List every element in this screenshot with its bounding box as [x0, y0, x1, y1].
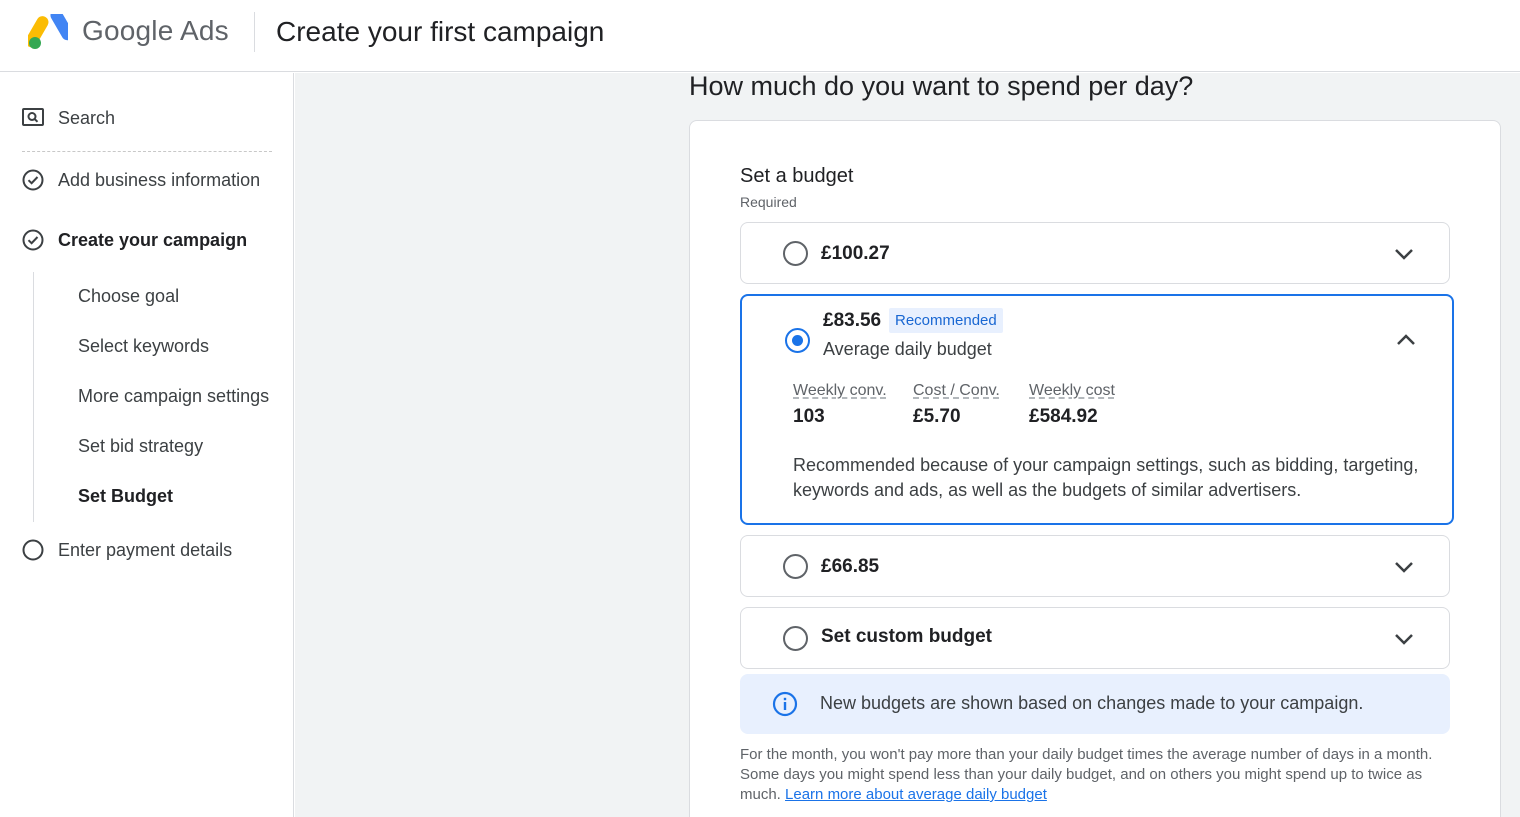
- budget-option-radio[interactable]: [785, 328, 810, 353]
- header-divider: [254, 12, 255, 52]
- stat-label-weekly-conv[interactable]: Weekly conv.: [793, 382, 887, 400]
- info-text: New budgets are shown based on changes m…: [820, 693, 1364, 713]
- check-circle-icon: [22, 169, 44, 191]
- budget-option-subtitle: Average daily budget: [823, 339, 992, 359]
- sidebar-item-add-business-information[interactable]: Add business information: [22, 169, 260, 191]
- budget-option-amount: £66.85: [821, 556, 880, 577]
- check-circle-icon: [22, 229, 44, 251]
- substep-choose-goal[interactable]: Choose goal: [78, 286, 179, 307]
- sidebar-item-label: Enter payment details: [58, 539, 233, 560]
- sidebar-item-search[interactable]: Search: [22, 107, 115, 129]
- sidebar-item-enter-payment-details[interactable]: Enter payment details: [22, 539, 232, 561]
- stat-label-weekly-cost[interactable]: Weekly cost: [1029, 382, 1115, 400]
- budget-card: Set a budget Required £100.27 £83.56 Rec…: [689, 120, 1501, 817]
- budget-option-3[interactable]: £66.85: [740, 535, 1450, 597]
- stat-value-cost-per-conv: £5.70: [913, 406, 961, 427]
- chevron-down-icon[interactable]: [1392, 627, 1416, 651]
- info-icon: [772, 691, 798, 717]
- stat-value-weekly-conv: 103: [793, 406, 825, 427]
- sidebar-item-label: Create your campaign: [58, 229, 248, 250]
- learn-more-link[interactable]: Learn more about average daily budget: [785, 786, 1047, 803]
- budget-option-custom[interactable]: Set custom budget: [740, 607, 1450, 669]
- budget-required: Required: [740, 194, 797, 210]
- budget-option-1[interactable]: £100.27: [740, 222, 1450, 284]
- budget-title: Set a budget: [740, 165, 854, 187]
- budget-option-amount: £83.56: [823, 310, 882, 331]
- chevron-down-icon[interactable]: [1392, 555, 1416, 579]
- recommended-badge: Recommended: [889, 308, 1003, 333]
- stat-value-weekly-cost: £584.92: [1029, 406, 1098, 427]
- sidebar-item-label: Add business information: [58, 169, 261, 190]
- budget-option-radio[interactable]: [783, 554, 808, 579]
- main-content: How much do you want to spend per day? S…: [295, 71, 1520, 817]
- budget-option-radio[interactable]: [783, 241, 808, 266]
- section-question: How much do you want to spend per day?: [689, 71, 1194, 101]
- sidebar-divider: [22, 151, 272, 152]
- budget-option-amount: £100.27: [821, 243, 890, 264]
- app-header: Google Ads Create your first campaign: [0, 0, 1520, 72]
- progress-sidebar: Search Add business information Create y…: [0, 73, 294, 817]
- search-icon: [22, 107, 44, 129]
- substep-set-budget[interactable]: Set Budget: [78, 486, 173, 507]
- recommendation-reason: Recommended because of your campaign set…: [793, 455, 1419, 500]
- substep-set-bid-strategy[interactable]: Set bid strategy: [78, 436, 203, 457]
- substep-select-keywords[interactable]: Select keywords: [78, 336, 209, 357]
- info-banner: New budgets are shown based on changes m…: [740, 674, 1450, 734]
- logo-google-text: Google: [82, 15, 174, 46]
- budget-option-2-recommended[interactable]: £83.56 Recommended Average daily budget …: [740, 294, 1454, 525]
- empty-circle-icon: [22, 539, 44, 561]
- substep-more-campaign-settings[interactable]: More campaign settings: [78, 386, 269, 407]
- page-title: Create your first campaign: [276, 16, 605, 47]
- logo-ads-text: Ads: [179, 15, 229, 46]
- stat-label-cost-per-conv[interactable]: Cost / Conv.: [913, 382, 1000, 400]
- budget-option-amount: Set custom budget: [821, 626, 993, 647]
- google-ads-logo-icon[interactable]: [28, 14, 68, 50]
- chevron-down-icon[interactable]: [1392, 242, 1416, 266]
- budget-footnote: For the month, you won't pay more than y…: [740, 745, 1460, 805]
- budget-option-radio[interactable]: [783, 626, 808, 651]
- sidebar-item-label: Search: [58, 107, 116, 128]
- chevron-up-icon[interactable]: [1394, 328, 1418, 352]
- google-ads-wordmark[interactable]: Google Ads: [82, 15, 229, 47]
- substep-rail: [33, 272, 34, 522]
- sidebar-item-create-your-campaign[interactable]: Create your campaign: [22, 229, 247, 251]
